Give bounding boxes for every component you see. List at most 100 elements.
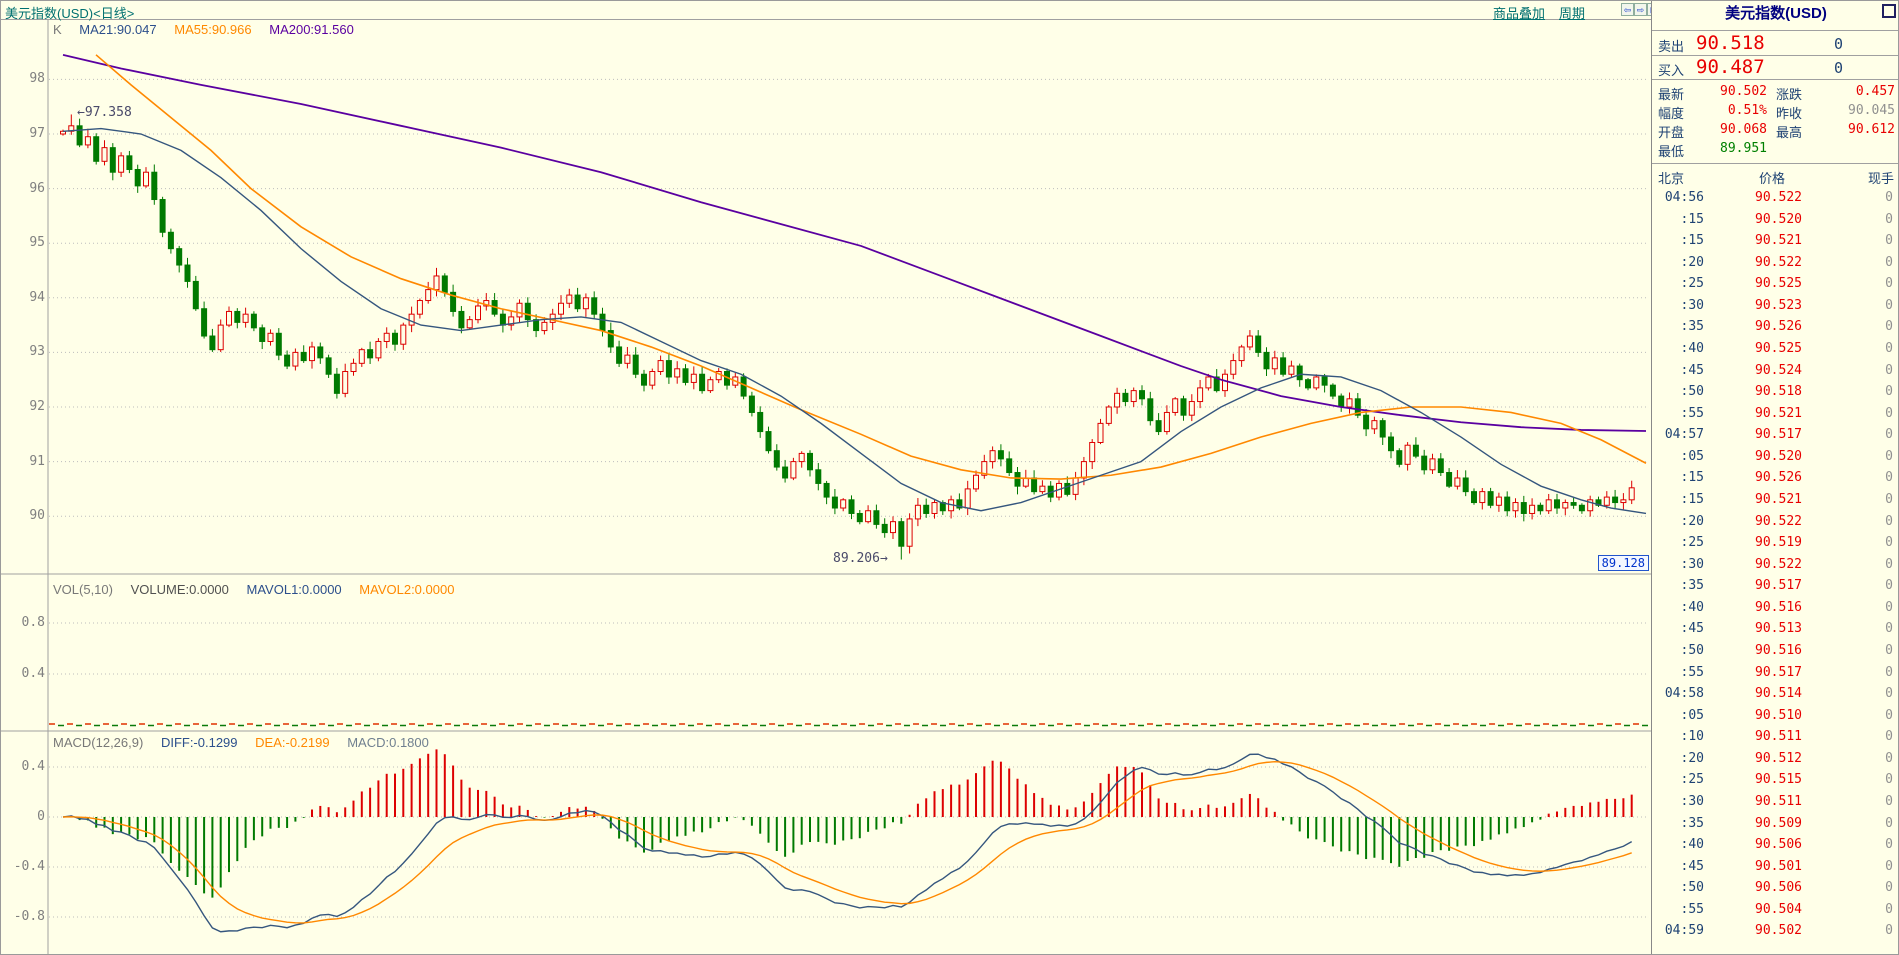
tick-time: :55 <box>1652 406 1704 421</box>
col-header-price: 价格 <box>1732 168 1812 187</box>
tick-row[interactable]: :2590.5250 <box>1652 273 1899 294</box>
tick-volume: 0 <box>1853 837 1893 852</box>
tick-row[interactable]: :2590.5150 <box>1652 769 1899 790</box>
period-link[interactable]: 周期 <box>1559 3 1585 22</box>
bid-row[interactable]: 买入 90.487 0 <box>1652 55 1899 79</box>
tick-time: :05 <box>1652 708 1704 723</box>
tick-time: :15 <box>1652 470 1704 485</box>
tick-row[interactable]: 04:5690.5220 <box>1652 187 1899 208</box>
tick-volume: 0 <box>1853 643 1893 658</box>
tick-volume: 0 <box>1853 190 1893 205</box>
tick-row[interactable]: :1590.5210 <box>1652 489 1899 510</box>
tick-price: 90.517 <box>1712 427 1802 442</box>
tick-row[interactable]: 04:5990.5020 <box>1652 920 1899 941</box>
tick-price: 90.506 <box>1712 837 1802 852</box>
tick-price: 90.522 <box>1712 514 1802 529</box>
candles <box>61 55 1647 560</box>
stat-value: 89.951 <box>1692 141 1767 156</box>
scroll-left-button[interactable]: ⇦ <box>1621 3 1634 16</box>
tick-row[interactable]: :3090.5110 <box>1652 791 1899 812</box>
bid-quantity: 0 <box>1834 59 1843 77</box>
tick-row[interactable]: :5590.5040 <box>1652 899 1899 920</box>
tick-volume: 0 <box>1853 449 1893 464</box>
col-header-time: 北京 <box>1658 168 1684 187</box>
tick-row[interactable]: :20 90.522 0 <box>1652 252 1899 273</box>
tick-row[interactable]: :3090.5230 <box>1652 295 1899 316</box>
tick-row[interactable]: :0590.5200 <box>1652 446 1899 467</box>
tick-time: :25 <box>1652 276 1704 291</box>
tick-volume: 0 <box>1853 665 1893 680</box>
ask-row[interactable]: 卖出 90.518 0 <box>1652 31 1899 56</box>
stat-value: 90.045 <box>1830 103 1895 118</box>
top-bar: 美元指数(USD)<日线> 商品叠加 周期 ⇦ ⇨ ⊟ <box>1 1 1651 20</box>
price-chart[interactable] <box>1 1 1651 955</box>
macd-histogram <box>63 749 1632 931</box>
tick-price: 90.522 <box>1712 557 1802 572</box>
tick-row[interactable]: :3590.5170 <box>1652 575 1899 596</box>
overlay-symbol-link[interactable]: 商品叠加 <box>1493 3 1545 22</box>
tick-row[interactable]: :2590.5190 <box>1652 532 1899 553</box>
tick-volume: 0 <box>1853 276 1893 291</box>
tick-row[interactable]: 04:5890.5140 <box>1652 683 1899 704</box>
tick-volume: 0 <box>1853 772 1893 787</box>
tick-row[interactable]: :2090.5220 <box>1652 511 1899 532</box>
tick-row[interactable]: :3590.5090 <box>1652 813 1899 834</box>
tick-time: :10 <box>1652 729 1704 744</box>
tick-volume: 0 <box>1853 514 1893 529</box>
tick-time: :20 <box>1652 255 1704 270</box>
tick-volume: 0 <box>1853 233 1893 248</box>
tick-row[interactable]: :1090.5110 <box>1652 726 1899 747</box>
restore-window-icon[interactable] <box>1882 4 1896 18</box>
stat-label: 最高 <box>1776 122 1802 141</box>
tick-row[interactable]: :4090.5160 <box>1652 597 1899 618</box>
tick-volume: 0 <box>1853 406 1893 421</box>
tick-price: 90.519 <box>1712 535 1802 550</box>
scroll-right-button[interactable]: ⇨ <box>1634 3 1647 16</box>
tick-row[interactable]: :5090.5060 <box>1652 877 1899 898</box>
tick-price: 90.516 <box>1712 600 1802 615</box>
tick-price: 90.511 <box>1712 794 1802 809</box>
tick-price: 90.526 <box>1712 319 1802 334</box>
tick-volume: 0 <box>1853 319 1893 334</box>
tick-list[interactable]: 04:5690.5220:1590.5200:1590.5210:2090.52… <box>1652 187 1899 947</box>
tick-row[interactable]: :35 90.526 0 <box>1652 316 1899 337</box>
tick-row[interactable]: :5090.5160 <box>1652 640 1899 661</box>
tick-volume: 0 <box>1853 708 1893 723</box>
tick-row[interactable]: :55 90.521 0 <box>1652 403 1899 424</box>
tick-price: 90.522 <box>1712 255 1802 270</box>
tick-row[interactable]: :3090.5220 <box>1652 554 1899 575</box>
tick-price: 90.525 <box>1712 341 1802 356</box>
tick-row[interactable]: :2090.5120 <box>1652 748 1899 769</box>
tick-row[interactable]: :4590.5010 <box>1652 856 1899 877</box>
tick-volume: 0 <box>1853 384 1893 399</box>
tick-price: 90.521 <box>1712 406 1802 421</box>
tick-row[interactable]: :4590.5240 <box>1652 360 1899 381</box>
tick-row[interactable]: 04:5790.5170 <box>1652 424 1899 445</box>
tick-row[interactable]: :1590.5260 <box>1652 467 1899 488</box>
tick-row[interactable]: :1590.5200 <box>1652 209 1899 230</box>
tick-volume: 0 <box>1853 255 1893 270</box>
tick-volume: 0 <box>1853 298 1893 313</box>
tick-time: :35 <box>1652 816 1704 831</box>
tick-time: :35 <box>1652 319 1704 334</box>
tick-price: 90.509 <box>1712 816 1802 831</box>
stat-value: 0.457 <box>1830 84 1895 99</box>
tick-row[interactable]: :5590.5170 <box>1652 662 1899 683</box>
bid-ask-box: 卖出 90.518 0 买入 90.487 0 <box>1652 30 1899 80</box>
tick-row[interactable]: :5090.5180 <box>1652 381 1899 402</box>
tick-time: :40 <box>1652 837 1704 852</box>
tick-time: :20 <box>1652 751 1704 766</box>
tick-row[interactable]: :1590.5210 <box>1652 230 1899 251</box>
tick-row[interactable]: :4090.5250 <box>1652 338 1899 359</box>
stat-value: 90.612 <box>1830 122 1895 137</box>
tick-row[interactable]: :05 90.510 0 <box>1652 705 1899 726</box>
tick-volume: 0 <box>1853 880 1893 895</box>
tick-time: 04:57 <box>1652 427 1704 442</box>
tick-row[interactable]: :4590.5130 <box>1652 618 1899 639</box>
tick-price: 90.511 <box>1712 729 1802 744</box>
stat-label: 幅度 <box>1658 103 1684 122</box>
tick-price: 90.510 <box>1712 708 1802 723</box>
tick-time: :55 <box>1652 665 1704 680</box>
dea-line <box>63 762 1632 923</box>
tick-row[interactable]: :40 90.506 0 <box>1652 834 1899 855</box>
